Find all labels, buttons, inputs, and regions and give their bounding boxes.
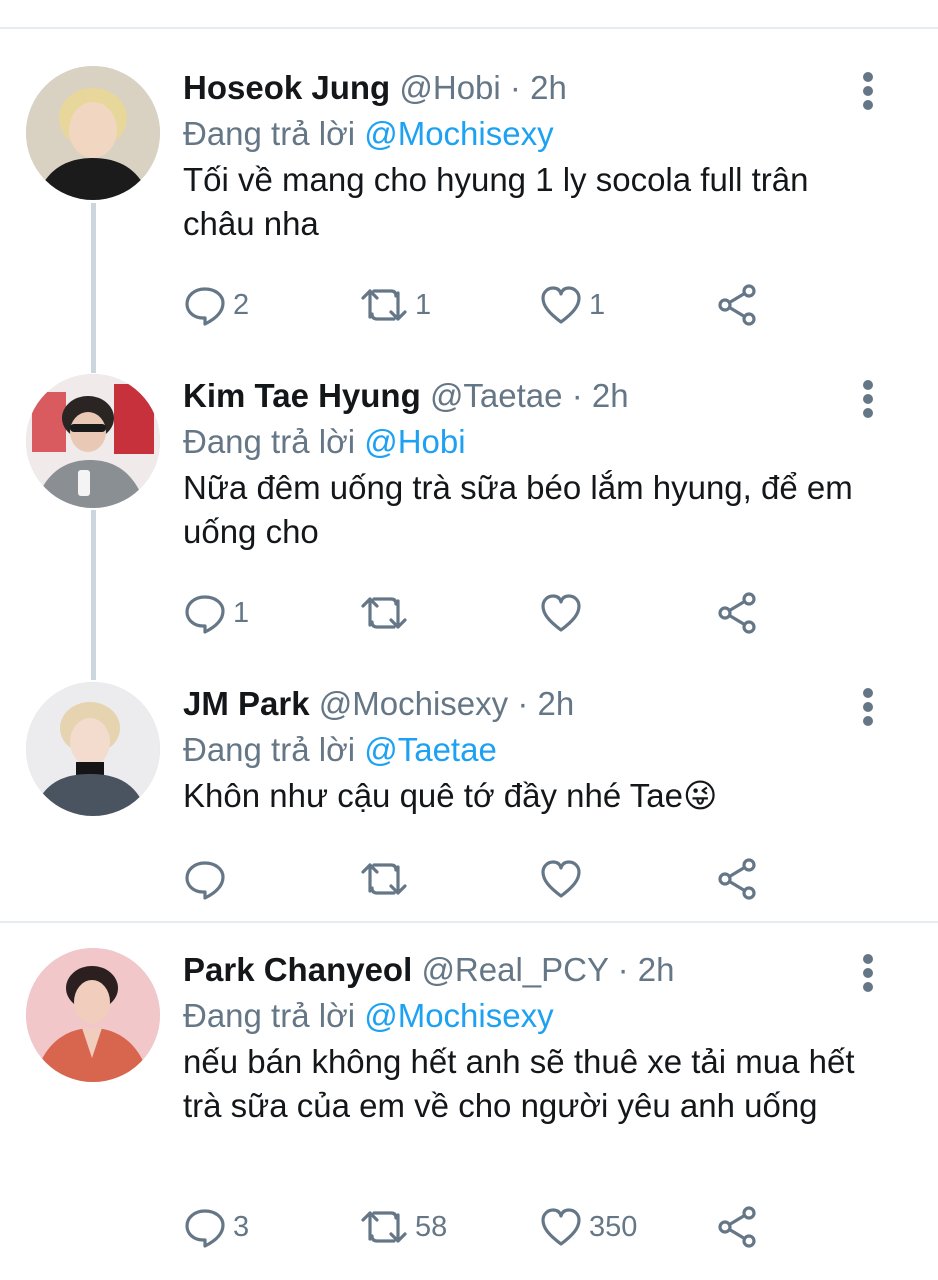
retweet-count: 1 <box>415 288 432 321</box>
tweet-header: Park Chanyeol @Real_PCY · 2h <box>183 948 674 992</box>
reply-count: 1 <box>233 596 250 629</box>
like-button[interactable]: 350 <box>539 1204 637 1250</box>
replying-prefix: Đang trả lời <box>183 997 356 1034</box>
reply-button[interactable]: 1 <box>183 590 249 636</box>
replying-to: Đang trả lời @Hobi <box>183 420 466 464</box>
replying-mention[interactable]: @Mochisexy <box>364 115 553 152</box>
reply-icon <box>185 595 225 634</box>
replying-to: Đang trả lời @Mochisexy <box>183 112 554 156</box>
separator-dot: · <box>571 377 583 414</box>
share-button[interactable] <box>715 856 759 902</box>
heart-icon <box>541 860 581 898</box>
timestamp[interactable]: 2h <box>530 69 567 106</box>
like-button[interactable] <box>539 856 589 902</box>
action-bar: 3 58 350 <box>183 1204 883 1250</box>
share-button[interactable] <box>715 590 759 636</box>
replying-mention[interactable]: @Hobi <box>364 423 465 460</box>
avatar-photo-icon <box>26 948 160 1082</box>
thread-line <box>91 510 96 680</box>
more-options-icon[interactable] <box>858 954 878 992</box>
heart-icon <box>541 1208 581 1246</box>
user-handle[interactable]: @Hobi <box>399 69 500 106</box>
like-count: 1 <box>589 288 606 321</box>
more-options-icon[interactable] <box>858 688 878 726</box>
tweet-header: Hoseok Jung @Hobi · 2h <box>183 66 567 110</box>
retweet-icon <box>361 1211 407 1243</box>
share-icon <box>718 1206 756 1248</box>
avatar-photo-icon <box>26 374 160 508</box>
action-bar: 1 <box>183 590 883 636</box>
tweet-text: Nữa đêm uống trà sữa béo lắm hyung, để e… <box>183 469 853 550</box>
avatar[interactable] <box>26 948 160 1082</box>
user-handle[interactable]: @Taetae <box>430 377 563 414</box>
display-name[interactable]: Kim Tae Hyung <box>183 377 421 414</box>
display-name[interactable]: JM Park <box>183 685 310 722</box>
share-icon <box>718 284 756 326</box>
timestamp[interactable]: 2h <box>638 951 675 988</box>
reply-count: 3 <box>233 1210 250 1243</box>
separator-dot: · <box>617 951 629 988</box>
top-divider <box>0 27 938 29</box>
retweet-icon <box>361 597 407 629</box>
display-name[interactable]: Park Chanyeol <box>183 951 412 988</box>
timestamp[interactable]: 2h <box>592 377 629 414</box>
action-bar: 2 1 1 <box>183 282 883 328</box>
reply-button[interactable] <box>183 856 233 902</box>
retweet-button[interactable]: 58 <box>359 1204 447 1250</box>
like-count: 350 <box>589 1210 638 1243</box>
reply-icon <box>185 1209 225 1248</box>
retweet-icon <box>361 289 407 321</box>
tweet-header: Kim Tae Hyung @Taetae · 2h <box>183 374 629 418</box>
retweet-icon <box>361 863 407 895</box>
replying-prefix: Đang trả lời <box>183 115 356 152</box>
user-handle[interactable]: @Mochisexy <box>319 685 508 722</box>
avatar-photo-icon <box>26 66 160 200</box>
reply-icon <box>185 287 225 326</box>
reply-count: 2 <box>233 288 250 321</box>
action-bar <box>183 856 883 902</box>
retweet-count: 58 <box>415 1210 448 1243</box>
avatar[interactable] <box>26 682 160 816</box>
replying-prefix: Đang trả lời <box>183 423 356 460</box>
more-options-icon[interactable] <box>858 380 878 418</box>
tweet-text: Khôn như cậu quê tớ đầy nhé Tae😜 <box>183 777 718 814</box>
reply-icon <box>185 861 225 900</box>
tweet-text: nếu bán không hết anh sẽ thuê xe tải mua… <box>183 1043 855 1124</box>
reply-button[interactable]: 3 <box>183 1204 249 1250</box>
avatar[interactable] <box>26 374 160 508</box>
display-name[interactable]: Hoseok Jung <box>183 69 390 106</box>
retweet-button[interactable] <box>359 856 415 902</box>
replying-to: Đang trả lời @Taetae <box>183 728 497 772</box>
separator-dot: · <box>517 685 529 722</box>
reply-button[interactable]: 2 <box>183 282 249 328</box>
share-icon <box>718 858 756 900</box>
thread-line <box>91 203 96 373</box>
retweet-button[interactable]: 1 <box>359 282 431 328</box>
tweet-divider <box>0 921 938 923</box>
tweet-text: Tối về mang cho hyung 1 ly socola full t… <box>183 161 809 242</box>
user-handle[interactable]: @Real_PCY <box>421 951 608 988</box>
replying-to: Đang trả lời @Mochisexy <box>183 994 554 1038</box>
separator-dot: · <box>509 69 521 106</box>
like-button[interactable]: 1 <box>539 282 605 328</box>
replying-prefix: Đang trả lời <box>183 731 356 768</box>
share-button[interactable] <box>715 282 759 328</box>
retweet-button[interactable] <box>359 590 415 636</box>
tweet-header: JM Park @Mochisexy · 2h <box>183 682 574 726</box>
heart-icon <box>541 594 581 632</box>
avatar[interactable] <box>26 66 160 200</box>
share-icon <box>718 592 756 634</box>
avatar-photo-icon <box>26 682 160 816</box>
replying-mention[interactable]: @Taetae <box>364 731 497 768</box>
share-button[interactable] <box>715 1204 759 1250</box>
timestamp[interactable]: 2h <box>537 685 574 722</box>
like-button[interactable] <box>539 590 589 636</box>
heart-icon <box>541 286 581 324</box>
more-options-icon[interactable] <box>858 72 878 110</box>
replying-mention[interactable]: @Mochisexy <box>364 997 553 1034</box>
